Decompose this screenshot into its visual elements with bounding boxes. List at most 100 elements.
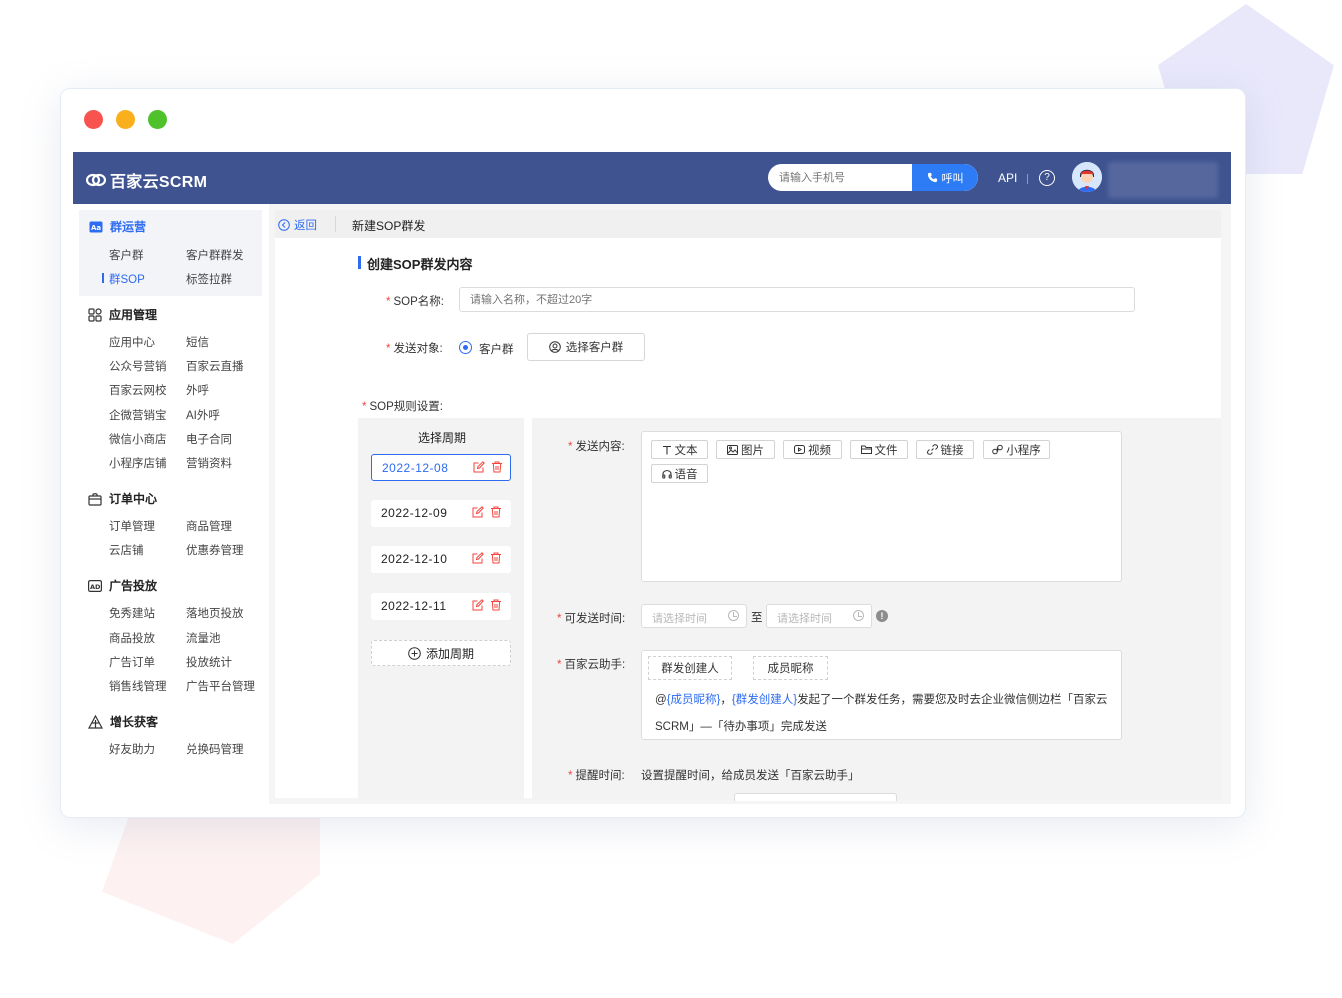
shopping-bag-icon xyxy=(88,492,102,506)
edit-icon[interactable] xyxy=(472,506,484,518)
form-section-title: 创建SOP群发内容 xyxy=(358,254,472,273)
content-type-image[interactable]: 图片 xyxy=(716,440,775,459)
rules-text: SOP规则设置: xyxy=(369,401,443,413)
cycle-title: 选择周期 xyxy=(418,431,467,445)
sidebar-item-sales-leads[interactable]: 销售线管理 xyxy=(109,678,167,694)
content-type-mini-program[interactable]: 小程序 xyxy=(983,440,1050,459)
sidebar-item-product-mgmt[interactable]: 商品管理 xyxy=(186,518,232,534)
sidebar-item-redeem-code[interactable]: 兑换码管理 xyxy=(186,741,244,757)
edit-icon[interactable] xyxy=(472,599,484,611)
delete-icon[interactable] xyxy=(490,599,502,611)
sidebar-item-app-center[interactable]: 应用中心 xyxy=(109,334,155,350)
remind-time-picker[interactable] xyxy=(734,793,897,801)
logo-icon xyxy=(86,173,106,187)
content-type-text[interactable]: 文本 xyxy=(651,440,708,459)
edit-icon[interactable] xyxy=(472,552,484,564)
sidebar-item-e-contract[interactable]: 电子合同 xyxy=(186,431,232,447)
top-navbar xyxy=(73,152,1231,204)
sidebar-item-wechat-shop[interactable]: 微信小商店 xyxy=(109,431,167,447)
sidebar-item-friend-assist[interactable]: 好友助力 xyxy=(109,741,155,757)
clock-icon xyxy=(853,610,864,621)
sidebar-item-official-account[interactable]: 公众号营销 xyxy=(109,358,167,374)
sidebar-section-order-center[interactable]: 订单中心 xyxy=(88,490,157,507)
delete-icon[interactable] xyxy=(490,506,502,518)
sidebar-item-customer-group[interactable]: 客户群 xyxy=(109,247,144,263)
sidebar-section-group-ops[interactable]: Aa 群运营 xyxy=(89,218,146,235)
phone-input[interactable] xyxy=(768,164,923,191)
sidebar-section-title: 应用管理 xyxy=(109,308,158,322)
insert-member-nickname-button[interactable]: 成员昵称 xyxy=(753,656,828,680)
sidebar-section-ads[interactable]: AD 广告投放 xyxy=(88,577,157,594)
sidebar-item-tag-group[interactable]: 标签拉群 xyxy=(186,271,232,287)
svg-text:Aa: Aa xyxy=(91,224,101,232)
sidebar-item-group-sop[interactable]: 群SOP xyxy=(109,271,145,287)
chip-label: 链接 xyxy=(940,444,964,457)
sidebar-section-growth[interactable]: 增长获客 xyxy=(88,713,158,730)
sidebar-item-sms[interactable]: 短信 xyxy=(186,334,209,350)
content-type-video[interactable]: 视频 xyxy=(783,440,842,459)
active-item-indicator xyxy=(102,273,104,283)
content-type-voice[interactable]: 语音 xyxy=(651,464,708,483)
sidebar-item-ad-orders[interactable]: 广告订单 xyxy=(109,654,155,670)
window-maximize-dot[interactable] xyxy=(148,110,167,129)
content-type-link[interactable]: 链接 xyxy=(916,440,974,459)
cycle-item[interactable]: 2022-12-08 xyxy=(371,454,511,481)
sop-name-input[interactable] xyxy=(459,287,1135,312)
chip-label: 文本 xyxy=(674,444,698,457)
sidebar-item-live[interactable]: 百家云直播 xyxy=(186,358,244,374)
cycle-item[interactable]: 2022-12-10 xyxy=(371,546,511,573)
window-minimize-dot[interactable] xyxy=(116,110,135,129)
sidebar-item-wecom-marketing[interactable]: 企微营销宝 xyxy=(109,407,167,423)
send-time-end-picker[interactable]: 请选择时间 xyxy=(766,604,872,628)
info-icon[interactable]: ! xyxy=(876,610,888,622)
window-close-dot[interactable] xyxy=(84,110,103,129)
content-label: * 发送内容: xyxy=(568,438,625,454)
sidebar-item-cloud-store[interactable]: 云店铺 xyxy=(109,542,144,558)
delete-icon[interactable] xyxy=(490,552,502,564)
back-button[interactable]: 返回 xyxy=(278,217,317,233)
sidebar-item-outbound-call[interactable]: 外呼 xyxy=(186,382,209,398)
brand-logo[interactable]: 百家云SCRM xyxy=(86,168,207,192)
target-radio-customer-group[interactable] xyxy=(459,341,472,354)
call-button[interactable]: 呼叫 xyxy=(912,164,978,191)
sidebar-item-marketing-materials[interactable]: 营销资料 xyxy=(186,455,232,471)
remind-text: 提醒时间: xyxy=(575,770,625,782)
sidebar-item-mini-program-store[interactable]: 小程序店铺 xyxy=(109,455,167,471)
sidebar-item-traffic-pool[interactable]: 流量池 xyxy=(186,630,221,646)
sidebar-item-site-builder[interactable]: 免秀建站 xyxy=(109,605,155,621)
add-cycle-button[interactable]: 添加周期 xyxy=(371,640,511,666)
time-separator: 至 xyxy=(751,612,763,624)
back-label: 返回 xyxy=(294,220,317,232)
target-label: * 发送对象: xyxy=(386,340,443,356)
breadcrumb-divider xyxy=(335,216,336,232)
avatar[interactable] xyxy=(1072,162,1102,192)
help-icon[interactable]: ? xyxy=(1039,170,1055,186)
select-customer-group-button[interactable]: 选择客户群 xyxy=(527,333,645,361)
cycle-item[interactable]: 2022-12-11 xyxy=(371,593,511,620)
api-link[interactable]: API xyxy=(998,171,1017,185)
assistant-text: 百家云助手: xyxy=(564,659,626,671)
sidebar-item-product-ads[interactable]: 商品投放 xyxy=(109,630,155,646)
content-type-file[interactable]: 文件 xyxy=(850,440,908,459)
sidebar-item-ad-platform[interactable]: 广告平台管理 xyxy=(186,678,255,694)
sop-name-text: SOP名称: xyxy=(393,296,444,308)
sidebar-item-group-broadcast[interactable]: 客户群群发 xyxy=(186,247,244,263)
remind-description: 设置提醒时间，给成员发送「百家云助手」 xyxy=(641,770,860,782)
sidebar-item-ad-stats[interactable]: 投放统计 xyxy=(186,654,232,670)
sidebar-item-online-school[interactable]: 百家云网校 xyxy=(109,382,167,398)
delete-icon[interactable] xyxy=(491,461,503,473)
required-mark: * xyxy=(557,613,562,625)
link-icon xyxy=(926,444,938,455)
insert-creator-button[interactable]: 群发创建人 xyxy=(648,656,732,680)
send-time-start-picker[interactable]: 请选择时间 xyxy=(641,604,747,628)
target-option-label[interactable]: 客户群 xyxy=(479,341,514,357)
mini-program-icon xyxy=(992,444,1004,455)
edit-icon[interactable] xyxy=(473,461,485,473)
sidebar-section-app-mgmt[interactable]: 应用管理 xyxy=(88,306,157,323)
sidebar-item-landing-page[interactable]: 落地页投放 xyxy=(186,605,244,621)
sidebar-item-order-mgmt[interactable]: 订单管理 xyxy=(109,518,155,534)
sidebar-item-ai-call[interactable]: AI外呼 xyxy=(186,407,220,423)
sidebar-item-coupon-mgmt[interactable]: 优惠券管理 xyxy=(186,542,244,558)
cycle-item[interactable]: 2022-12-09 xyxy=(371,500,511,527)
remind-time-label: * 提醒时间: xyxy=(568,767,625,783)
